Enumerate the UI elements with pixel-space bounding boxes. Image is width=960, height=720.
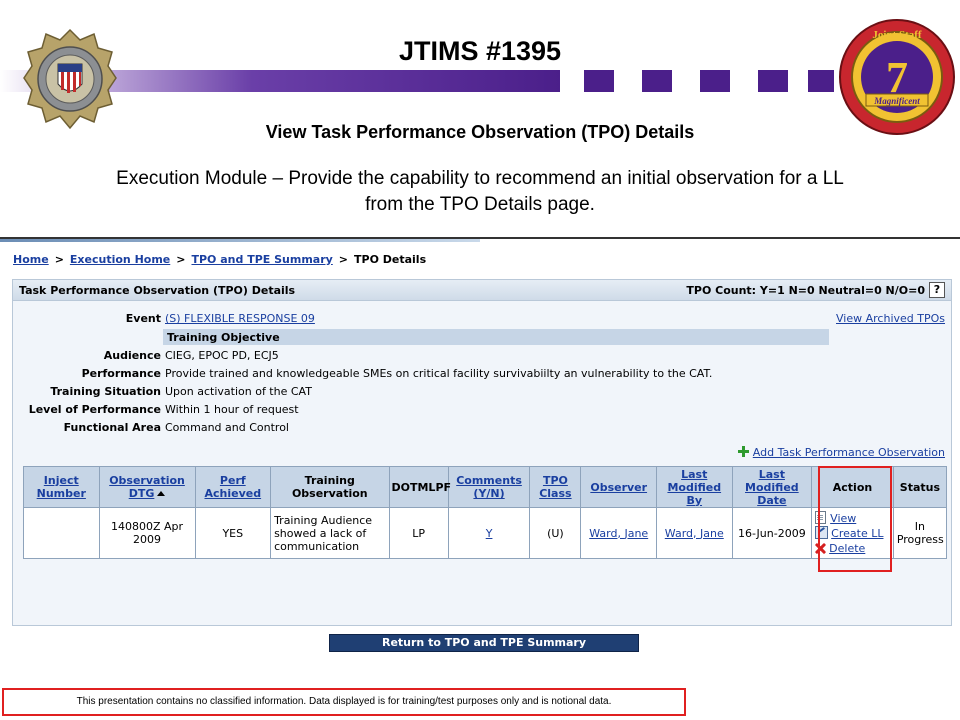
last-modified-by-link[interactable]: Ward, Jane bbox=[665, 527, 724, 540]
cell-last-modified-date: 16-Jun-2009 bbox=[731, 507, 813, 559]
training-situation-value: Upon activation of the CAT bbox=[165, 385, 312, 398]
cell-training-observation: Training Audience showed a lack of commu… bbox=[270, 507, 390, 559]
panel-title: Task Performance Observation (TPO) Detai… bbox=[19, 284, 296, 297]
col-comments[interactable]: Comments (Y/N) bbox=[447, 466, 531, 508]
breadcrumb-separator: > bbox=[54, 253, 64, 266]
cell-last-modified-by: Ward, Jane bbox=[655, 507, 733, 559]
col-tpo-class[interactable]: TPO Class bbox=[529, 466, 582, 508]
col-observation-dtg[interactable]: Observation DTG bbox=[98, 466, 196, 508]
comments-link[interactable]: Y bbox=[486, 527, 493, 540]
cell-observation-dtg: 140800Z Apr 2009 bbox=[98, 507, 196, 559]
breadcrumb-home[interactable]: Home bbox=[13, 253, 49, 266]
disclaimer-banner: This presentation contains no classified… bbox=[2, 688, 686, 716]
event-value: (S) FLEXIBLE RESPONSE 09 bbox=[165, 312, 315, 325]
slide-description: Execution Module – Provide the capabilit… bbox=[116, 168, 844, 215]
cell-observer: Ward, Jane bbox=[580, 507, 657, 559]
event-label: Event bbox=[125, 312, 161, 325]
table-header-row: Inject Number Observation DTG Perf Achie… bbox=[23, 466, 948, 508]
svg-text:Magnificent: Magnificent bbox=[873, 96, 920, 106]
tpo-table: Inject Number Observation DTG Perf Achie… bbox=[23, 466, 948, 559]
slide-title: JTIMS #1395 bbox=[398, 36, 562, 66]
return-to-summary-button[interactable]: Return to TPO and TPE Summary bbox=[329, 634, 639, 652]
training-objective-band: Training Objective bbox=[163, 329, 829, 345]
functional-area-value: Command and Control bbox=[165, 421, 289, 434]
breadcrumb-tpo-tpe-summary[interactable]: TPO and TPE Summary bbox=[191, 253, 332, 266]
level-of-performance-value: Within 1 hour of request bbox=[165, 403, 299, 416]
cell-comments: Y bbox=[447, 507, 531, 559]
col-last-modified-date[interactable]: Last Modified Date bbox=[731, 466, 813, 508]
training-objective-heading: Training Objective bbox=[167, 331, 280, 344]
slide-subtitle: View Task Performance Observation (TPO) … bbox=[265, 122, 695, 142]
col-dotmlpf: DOTMLPF bbox=[388, 466, 451, 508]
cell-perf-achieved: YES bbox=[194, 507, 272, 559]
audience-value: CIEG, EPOC PD, ECJ5 bbox=[165, 349, 279, 362]
breadcrumb-current: TPO Details bbox=[354, 253, 427, 266]
performance-value: Provide trained and knowledgeable SMEs o… bbox=[165, 367, 713, 380]
app-screenshot: Home > Execution Home > TPO and TPE Summary >… bbox=[0, 237, 960, 652]
event-link[interactable]: (S) FLEXIBLE RESPONSE 09 bbox=[165, 312, 315, 325]
col-observer[interactable]: Observer bbox=[580, 466, 657, 508]
cell-dotmlpf: LP bbox=[388, 507, 449, 559]
sort-asc-icon bbox=[157, 491, 166, 496]
level-of-performance-label: Level of Performance bbox=[28, 403, 161, 416]
panel-header: Task Performance Observation (TPO) Detai… bbox=[13, 280, 951, 301]
help-icon[interactable]: ? bbox=[929, 282, 945, 298]
cell-status: In Progress bbox=[892, 507, 948, 559]
plus-icon bbox=[737, 446, 749, 457]
functional-area-label: Functional Area bbox=[63, 421, 161, 434]
observer-link[interactable]: Ward, Jane bbox=[589, 527, 648, 540]
col-perf-achieved[interactable]: Perf Achieved bbox=[194, 466, 272, 508]
title-stripe bbox=[0, 70, 960, 92]
action-column-highlight bbox=[818, 466, 892, 572]
cell-inject-number bbox=[23, 507, 100, 559]
add-tpo-link[interactable]: Add Task Performance Observation bbox=[753, 446, 945, 459]
col-status: Status bbox=[892, 466, 948, 508]
view-archived-tpos-link[interactable]: View Archived TPOs bbox=[836, 312, 945, 325]
tpo-count: TPO Count: Y=1 N=0 Neutral=0 N/O=0 bbox=[686, 284, 925, 297]
tpo-details-panel: Task Performance Observation (TPO) Detai… bbox=[12, 279, 952, 652]
performance-label: Performance bbox=[81, 367, 161, 380]
breadcrumb-separator: > bbox=[176, 253, 186, 266]
breadcrumb: Home > Execution Home > TPO and TPE Summary >… bbox=[13, 253, 426, 266]
add-tpo-control[interactable]: Add Task Performance Observation bbox=[737, 446, 945, 459]
col-last-modified-by[interactable]: Last Modified By bbox=[655, 466, 733, 508]
cell-tpo-class: (U) bbox=[529, 507, 582, 559]
col-inject-number[interactable]: Inject Number bbox=[23, 466, 100, 508]
breadcrumb-execution-home[interactable]: Execution Home bbox=[70, 253, 170, 266]
col-training-observation: Training Observation bbox=[270, 466, 390, 508]
audience-label: Audience bbox=[103, 349, 161, 362]
training-situation-label: Training Situation bbox=[50, 385, 161, 398]
breadcrumb-separator: > bbox=[338, 253, 349, 266]
table-row: 140800Z Apr 2009 YES Training Audience s… bbox=[23, 507, 948, 559]
